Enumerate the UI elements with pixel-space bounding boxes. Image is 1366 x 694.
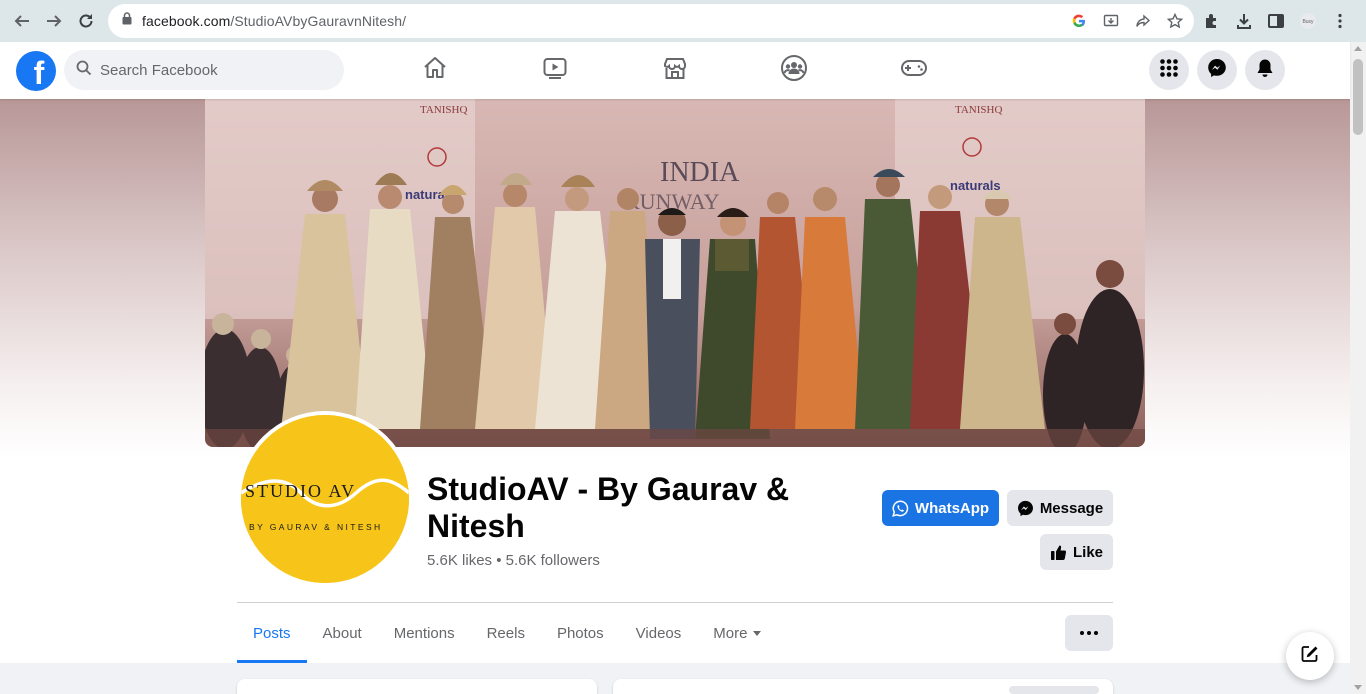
cover-sign-india: INDIA <box>660 157 740 188</box>
lock-icon <box>122 12 132 30</box>
cover-photo[interactable]: TANISHQ TANISHQ INDIA RUNWAY naturals na… <box>205 99 1145 447</box>
notifications-button[interactable] <box>1245 50 1285 90</box>
whatsapp-icon <box>892 499 909 517</box>
bell-icon <box>1256 58 1274 83</box>
page-title: StudioAV - By Gaurav & Nitesh <box>427 471 790 544</box>
message-label: Message <box>1039 499 1104 517</box>
facebook-logo[interactable]: f <box>16 51 56 91</box>
message-button[interactable]: Message <box>1007 490 1113 526</box>
svg-text:STUDIO AV: STUDIO AV <box>245 481 356 501</box>
tab-more[interactable]: More <box>697 603 777 663</box>
search-input[interactable] <box>100 61 320 79</box>
profile-avatar-icon[interactable]: Busy <box>1296 9 1320 33</box>
tab-reels[interactable]: Reels <box>471 603 541 663</box>
apps-grid-icon <box>1159 58 1179 83</box>
compose-icon <box>1300 644 1320 669</box>
nav-groups[interactable] <box>738 42 850 99</box>
facebook-top-bar: f <box>0 42 1350 99</box>
scroll-up-icon[interactable] <box>1354 46 1362 51</box>
menu-button[interactable] <box>1149 50 1189 90</box>
post-composer-card <box>613 679 1113 694</box>
side-panel-icon[interactable] <box>1264 9 1288 33</box>
gaming-icon <box>900 57 928 84</box>
forward-icon[interactable] <box>38 5 70 37</box>
scroll-down-icon[interactable] <box>1354 685 1362 690</box>
more-options-button[interactable] <box>1065 615 1113 651</box>
share-icon[interactable] <box>1132 10 1154 32</box>
groups-icon <box>780 54 808 87</box>
card-button-placeholder[interactable] <box>1009 686 1099 694</box>
tab-mentions[interactable]: Mentions <box>378 603 471 663</box>
tab-videos[interactable]: Videos <box>620 603 698 663</box>
page-scrollbar[interactable] <box>1350 42 1366 694</box>
home-icon <box>422 55 448 86</box>
nav-gaming[interactable] <box>858 42 970 99</box>
svg-text:BY GAURAV & NITESH: BY GAURAV & NITESH <box>249 522 383 532</box>
svg-text:Busy: Busy <box>1302 19 1314 25</box>
whatsapp-button[interactable]: WhatsApp <box>882 490 999 526</box>
bookmark-star-icon[interactable] <box>1164 10 1186 32</box>
like-label: Like <box>1072 543 1103 561</box>
messenger-icon <box>1207 58 1227 83</box>
thumbs-up-icon <box>1050 544 1067 561</box>
back-icon[interactable] <box>6 5 38 37</box>
scrollbar-thumb[interactable] <box>1353 59 1363 135</box>
studio-av-logo: STUDIO AV BY GAURAV & NITESH <box>241 415 409 583</box>
google-icon[interactable] <box>1068 10 1090 32</box>
url-text: facebook.com/StudioAVbyGauravnNitesh/ <box>142 13 407 29</box>
cover-sign-tanishq-right: TANISHQ <box>955 104 1002 116</box>
caret-down-icon <box>753 630 762 636</box>
new-message-button[interactable] <box>1286 632 1334 680</box>
search-box[interactable] <box>64 50 344 90</box>
intro-card <box>237 679 597 694</box>
dot <box>1094 631 1098 635</box>
whatsapp-label: WhatsApp <box>914 499 990 517</box>
extensions-icon[interactable] <box>1200 9 1224 33</box>
messenger-button[interactable] <box>1197 50 1237 90</box>
cover-sign-tanishq: TANISHQ <box>420 104 467 116</box>
page-stats[interactable]: 5.6K likes • 5.6K followers <box>427 552 600 569</box>
dot <box>1080 631 1084 635</box>
reload-icon[interactable] <box>70 5 102 37</box>
nav-marketplace[interactable] <box>619 42 731 99</box>
browser-toolbar: facebook.com/StudioAVbyGauravnNitesh/ Bu… <box>0 0 1366 42</box>
tab-photos[interactable]: Photos <box>541 603 620 663</box>
search-icon <box>76 60 92 81</box>
page-tabs: Posts About Mentions Reels Photos Videos… <box>237 603 777 663</box>
tab-about[interactable]: About <box>307 603 378 663</box>
nav-home[interactable] <box>379 42 491 99</box>
nav-watch[interactable] <box>499 42 611 99</box>
video-icon <box>542 55 568 86</box>
dot <box>1087 631 1091 635</box>
profile-picture[interactable]: STUDIO AV BY GAURAV & NITESH <box>237 411 413 587</box>
tab-posts[interactable]: Posts <box>237 603 307 663</box>
chrome-menu-icon[interactable] <box>1328 9 1352 33</box>
marketplace-icon <box>662 55 688 86</box>
messenger-icon <box>1017 500 1034 517</box>
address-bar[interactable]: facebook.com/StudioAVbyGauravnNitesh/ <box>108 4 1194 38</box>
downloads-icon[interactable] <box>1232 9 1256 33</box>
install-app-icon[interactable] <box>1100 10 1122 32</box>
page-header: TANISHQ TANISHQ INDIA RUNWAY naturals na… <box>0 99 1350 663</box>
like-button[interactable]: Like <box>1040 534 1113 570</box>
